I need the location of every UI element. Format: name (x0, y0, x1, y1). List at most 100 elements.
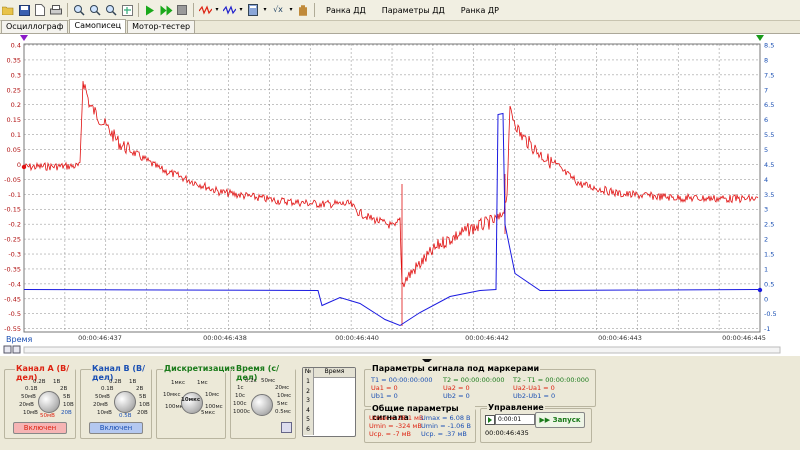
play-icon[interactable] (143, 3, 157, 17)
zoom-out-small-button[interactable] (3, 345, 12, 354)
channel-b-selected: 0.5В (119, 413, 132, 419)
time-settings-icon[interactable] (281, 422, 292, 433)
menu-ranka-dr[interactable]: Ранка ДР (461, 6, 499, 15)
table-row[interactable]: 4 (303, 406, 313, 416)
tab-oscilloscope[interactable]: Осциллограф (1, 20, 69, 33)
channel-a-enable-button[interactable]: Включен (13, 422, 67, 434)
scale-label: 10мс (205, 392, 220, 398)
table-row[interactable]: 3 (303, 396, 313, 406)
signal-blue-icon[interactable] (222, 3, 236, 17)
marker-table[interactable]: № Время 1 2 3 4 5 6 (302, 367, 356, 437)
sampling-selected: 10мкс (181, 397, 201, 403)
left-tick-label: -0.35 (4, 265, 21, 273)
time-knob[interactable] (251, 394, 273, 416)
left-tick-label: -0.55 (4, 325, 21, 333)
channel-b-knob[interactable] (114, 391, 136, 413)
marker-t2-t1: T2 - T1 = 00:00:00:000 (513, 376, 590, 384)
scale-label: 10с (235, 393, 246, 399)
dropdown-arrow-icon[interactable]: ▾ (262, 3, 268, 17)
dropdown-arrow-icon[interactable]: ▾ (214, 3, 220, 17)
zoom-icon[interactable] (72, 3, 86, 17)
scale-label: 0.1В (25, 386, 38, 392)
calculator-icon[interactable] (246, 3, 260, 17)
ucp-b: Uср. = .37 мВ (421, 430, 467, 438)
time-tick-label: 00:00:46:437 (78, 334, 122, 342)
scale-label: 0.1В (101, 386, 114, 392)
scale-label: 1мс (197, 380, 208, 386)
tab-motor-tester[interactable]: Мотор-тестер (127, 20, 196, 33)
right-tick-label: -0.5 (764, 310, 777, 318)
stop-icon[interactable] (175, 3, 189, 17)
marker-ua2-ua1: Ua2-Ua1 = 0 (513, 384, 555, 392)
table-row[interactable]: 6 (303, 425, 313, 435)
toolbar-separator (67, 3, 68, 17)
left-tick-label: 0.35 (7, 56, 21, 64)
menu-parametry-dd[interactable]: Параметры ДД (382, 6, 445, 15)
scale-label: 10мВ (23, 410, 38, 416)
zoom-in-icon[interactable] (88, 3, 102, 17)
print-icon[interactable] (49, 3, 63, 17)
document-icon[interactable] (33, 3, 47, 17)
open-folder-icon[interactable] (1, 3, 15, 17)
channel-b-zero-marker (757, 287, 763, 293)
right-tick-label: 5.5 (764, 131, 774, 139)
right-tick-label: 3.5 (764, 191, 774, 199)
channel-b-enable-button[interactable]: Включен (89, 422, 143, 434)
tab-recorder[interactable]: Самописец (69, 19, 127, 33)
time-tick-label: 00:00:46:440 (335, 334, 379, 342)
right-tick-label: 8 (764, 56, 768, 64)
scale-label: 50мВ (21, 394, 36, 400)
fast-forward-icon[interactable] (159, 3, 173, 17)
scale-label: 20мВ (93, 402, 108, 408)
export-icon[interactable] (120, 3, 134, 17)
zoom-in-small-button[interactable] (12, 345, 21, 354)
sampling-title: Дискретизация (163, 364, 237, 373)
dropdown-arrow-icon[interactable]: ▾ (238, 3, 244, 17)
toolbar-separator (193, 3, 194, 17)
left-tick-label: 0.25 (7, 86, 21, 94)
time-tick-label: 00:00:46:443 (598, 334, 642, 342)
scale-label: 1000с (233, 409, 251, 415)
left-tick-label: 0.05 (7, 146, 21, 154)
sampling-group: Дискретизация 1мкс 1мс 10мкс 10мс 100мкс… (156, 364, 237, 439)
dropdown-arrow-icon[interactable]: ▾ (288, 3, 294, 17)
left-tick-label: -0.15 (4, 206, 21, 214)
scale-label: 10В (63, 402, 74, 408)
math-function-icon[interactable]: √x (270, 3, 286, 17)
right-tick-label: 6.5 (764, 101, 774, 109)
channel-a-knob[interactable] (38, 391, 60, 413)
start-icon: ▶▶ (539, 416, 553, 424)
play-small-icon[interactable] (485, 415, 495, 425)
oscilloscope-plot[interactable]: 0.4 0.35 0.3 0.25 0.2 0.15 0.1 0.05 0 -0.05 -0.1 -0… (0, 34, 800, 356)
general-params-group: Общие параметры сигнала Umax = 28.1 мВ U… (364, 404, 476, 443)
zoom-out-icon[interactable] (104, 3, 118, 17)
table-row[interactable]: 5 (303, 415, 313, 425)
toolbar-separator (314, 3, 315, 17)
hand-icon[interactable] (296, 3, 310, 17)
plot-svg[interactable]: 0.4 0.35 0.3 0.25 0.2 0.15 0.1 0.05 0 -0.05 -0.1 -0… (0, 34, 800, 356)
markers-title: Параметры сигнала под маркерами (371, 364, 541, 373)
interval-input[interactable]: 0:00:01 (495, 414, 535, 425)
scale-label: 50мс (261, 378, 276, 384)
channel-a-group: Канал А (В/дел) 0.2В 1В 0.1В 2В 50мВ 5В … (4, 364, 76, 439)
scale-label: 0.2В (33, 379, 46, 385)
table-header-time: Время (324, 368, 345, 375)
marker-ua1: Ua1 = 0 (371, 384, 398, 392)
umax-b: Umax = 6.08 В (421, 414, 471, 422)
sampling-knob[interactable] (181, 392, 203, 414)
left-tick-label: 0.2 (11, 101, 21, 109)
x-axis-label: Время (6, 335, 33, 344)
right-tick-label: 0 (764, 295, 768, 303)
left-tick-label: -0.05 (4, 176, 21, 184)
left-tick-label: 0.3 (11, 71, 21, 79)
table-row[interactable]: 1 (303, 377, 313, 387)
umax-a: Umax = 28.1 мВ (369, 414, 424, 422)
marker-ub1: Ub1 = 0 (371, 392, 398, 400)
menu-ranka-dd[interactable]: Ранка ДД (326, 6, 366, 15)
table-row[interactable]: 2 (303, 387, 313, 397)
scale-label: 1с (237, 385, 244, 391)
horizontal-scrollbar[interactable] (23, 346, 781, 354)
start-button[interactable]: ▶▶ Запуск (535, 412, 585, 428)
save-icon[interactable] (17, 3, 31, 17)
signal-red-icon[interactable] (198, 3, 212, 17)
